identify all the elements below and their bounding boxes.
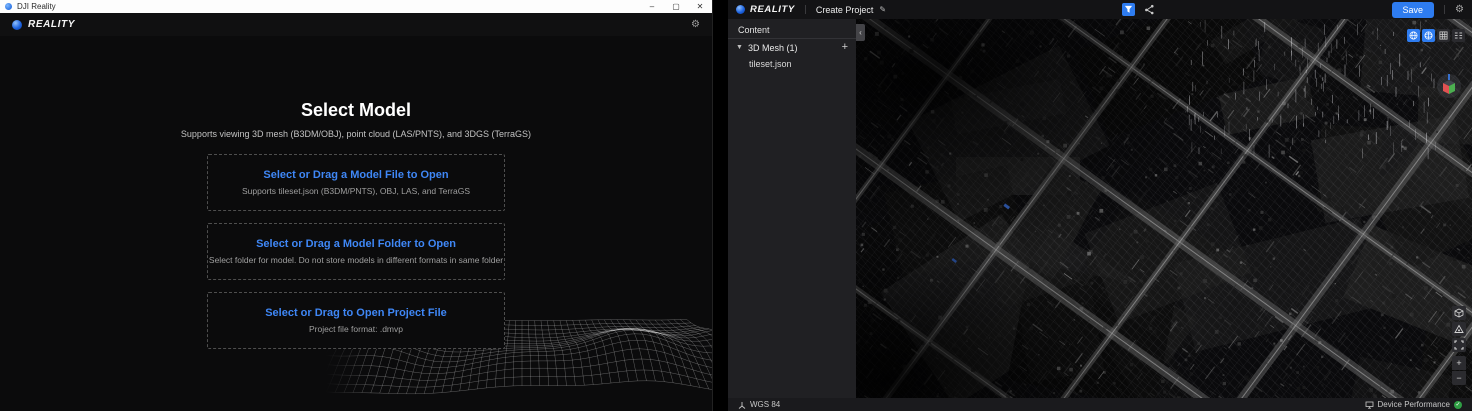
window-titlebar[interactable]: DJI Reality – ▢ ✕	[0, 0, 712, 13]
brand-name: REALITY	[28, 19, 75, 30]
grid-view-button[interactable]	[1437, 29, 1450, 42]
zoom-out-button[interactable]: −	[1452, 371, 1466, 385]
dropzone-list: Select or Drag a Model File to Open Supp…	[207, 154, 505, 349]
reality-logo-icon	[736, 5, 745, 14]
brand-name: REALITY	[750, 4, 795, 15]
launcher-body: Select Model Supports viewing 3D mesh (B…	[0, 36, 712, 411]
filter-tool-button[interactable]	[1121, 3, 1135, 16]
zoom-controls: + −	[1452, 356, 1466, 385]
sidebar-group-3d-mesh[interactable]: ▼ 3D Mesh (1) +	[728, 39, 856, 56]
dropzone-subtitle: Supports tileset.json (B3DM/PNTS), OBJ, …	[241, 186, 470, 196]
page-title: Select Model	[300, 100, 412, 120]
maximize-button[interactable]: ▢	[664, 0, 688, 13]
status-ok-icon: ✓	[1454, 400, 1462, 409]
orientation-gizmo[interactable]	[1436, 71, 1462, 99]
globe-icon	[1409, 31, 1418, 40]
viewer-main: Content ▼ 3D Mesh (1) + tileset.json ‹ +…	[728, 19, 1472, 398]
sidebar-item-tileset[interactable]: tileset.json	[728, 56, 856, 72]
performance-monitor-icon	[1365, 401, 1373, 409]
reality-launcher-window: DJI Reality – ▢ ✕ REALITY ⚙ Select Model…	[0, 0, 713, 411]
crs-axes-icon	[738, 401, 746, 409]
terrain-globe-button[interactable]	[1422, 29, 1435, 42]
settings-gear-icon[interactable]: ⚙	[691, 19, 700, 30]
performance-label: Device Performance	[1377, 400, 1450, 409]
viewport-view-buttons	[1407, 29, 1465, 42]
dropzone-subtitle: Project file format: .dmvp	[308, 324, 403, 334]
dropzone-model-file[interactable]: Select or Drag a Model File to Open Supp…	[207, 154, 505, 211]
group-label: 3D Mesh (1)	[747, 42, 798, 53]
sidebar-title: Content	[728, 22, 856, 39]
viewport-side-tools: + −	[1452, 306, 1466, 385]
close-button[interactable]: ✕	[688, 0, 712, 13]
minimize-button[interactable]: –	[640, 0, 664, 13]
dropzone-title: Select or Drag to Open Project File	[265, 307, 447, 319]
add-model-button[interactable]: +	[842, 42, 848, 53]
save-button[interactable]: Save	[1391, 1, 1435, 18]
sidebar-title-label: Content	[738, 25, 770, 35]
edit-project-name-icon[interactable]: ✎	[879, 5, 886, 14]
filter-icon	[1124, 5, 1132, 13]
dropzone-title: Select or Drag a Model Folder to Open	[256, 238, 456, 250]
window-title: DJI Reality	[17, 2, 56, 11]
page-subtitle: Supports viewing 3D mesh (B3DM/OBJ), poi…	[180, 129, 532, 139]
fullscreen-icon	[1454, 340, 1464, 350]
project-name[interactable]: Create Project	[816, 5, 874, 15]
layers-list-icon	[1454, 32, 1463, 39]
crs-indicator: WGS 84	[738, 400, 780, 409]
crs-label: WGS 84	[750, 400, 781, 409]
layers-panel-button[interactable]	[1452, 29, 1465, 42]
desktop: DJI Reality – ▢ ✕ REALITY ⚙ Select Model…	[0, 0, 1472, 411]
sidebar-collapse-button[interactable]: ‹	[856, 24, 865, 41]
caret-down-icon[interactable]: ▼	[736, 44, 743, 51]
viewer-header: REALITY Create Project ✎ Save ⚙	[728, 0, 1472, 19]
fullscreen-button[interactable]	[1452, 338, 1466, 352]
cube-icon	[1454, 308, 1464, 318]
share-nodes-icon	[1144, 4, 1154, 15]
reset-view-button[interactable]	[1452, 306, 1466, 320]
divider	[804, 5, 806, 14]
item-label: tileset.json	[749, 59, 792, 69]
dropzone-project-file[interactable]: Select or Drag to Open Project File Proj…	[207, 292, 505, 349]
app-icon	[5, 3, 12, 10]
settings-gear-icon[interactable]: ⚙	[1455, 4, 1464, 15]
3d-viewport[interactable]: + −	[856, 19, 1472, 398]
globe-grid-icon	[1424, 31, 1433, 40]
content-sidebar: Content ▼ 3D Mesh (1) + tileset.json	[728, 19, 856, 398]
triangle-level-icon	[1454, 324, 1464, 333]
reality-logo-icon	[12, 19, 22, 30]
zoom-in-button[interactable]: +	[1452, 356, 1466, 370]
dropzone-model-folder[interactable]: Select or Drag a Model Folder to Open Se…	[207, 223, 505, 280]
app-header: REALITY ⚙	[0, 13, 712, 36]
header-tools	[886, 3, 1391, 16]
viewer-statusbar: WGS 84 Device Performance ✓	[728, 398, 1472, 411]
reality-viewer-window: REALITY Create Project ✎ Save ⚙ Content …	[728, 0, 1472, 411]
divider	[1444, 5, 1446, 14]
grid-icon	[1439, 31, 1448, 40]
globe-view-button[interactable]	[1407, 29, 1420, 42]
city-mesh-render	[856, 19, 1472, 398]
share-tool-button[interactable]	[1143, 3, 1156, 16]
dropzone-subtitle: Select folder for model. Do not store mo…	[208, 255, 504, 265]
window-controls: – ▢ ✕	[640, 0, 712, 13]
device-performance-indicator[interactable]: Device Performance ✓	[1365, 400, 1462, 409]
dropzone-title: Select or Drag a Model File to Open	[263, 169, 449, 181]
level-tool-button[interactable]	[1452, 322, 1466, 336]
